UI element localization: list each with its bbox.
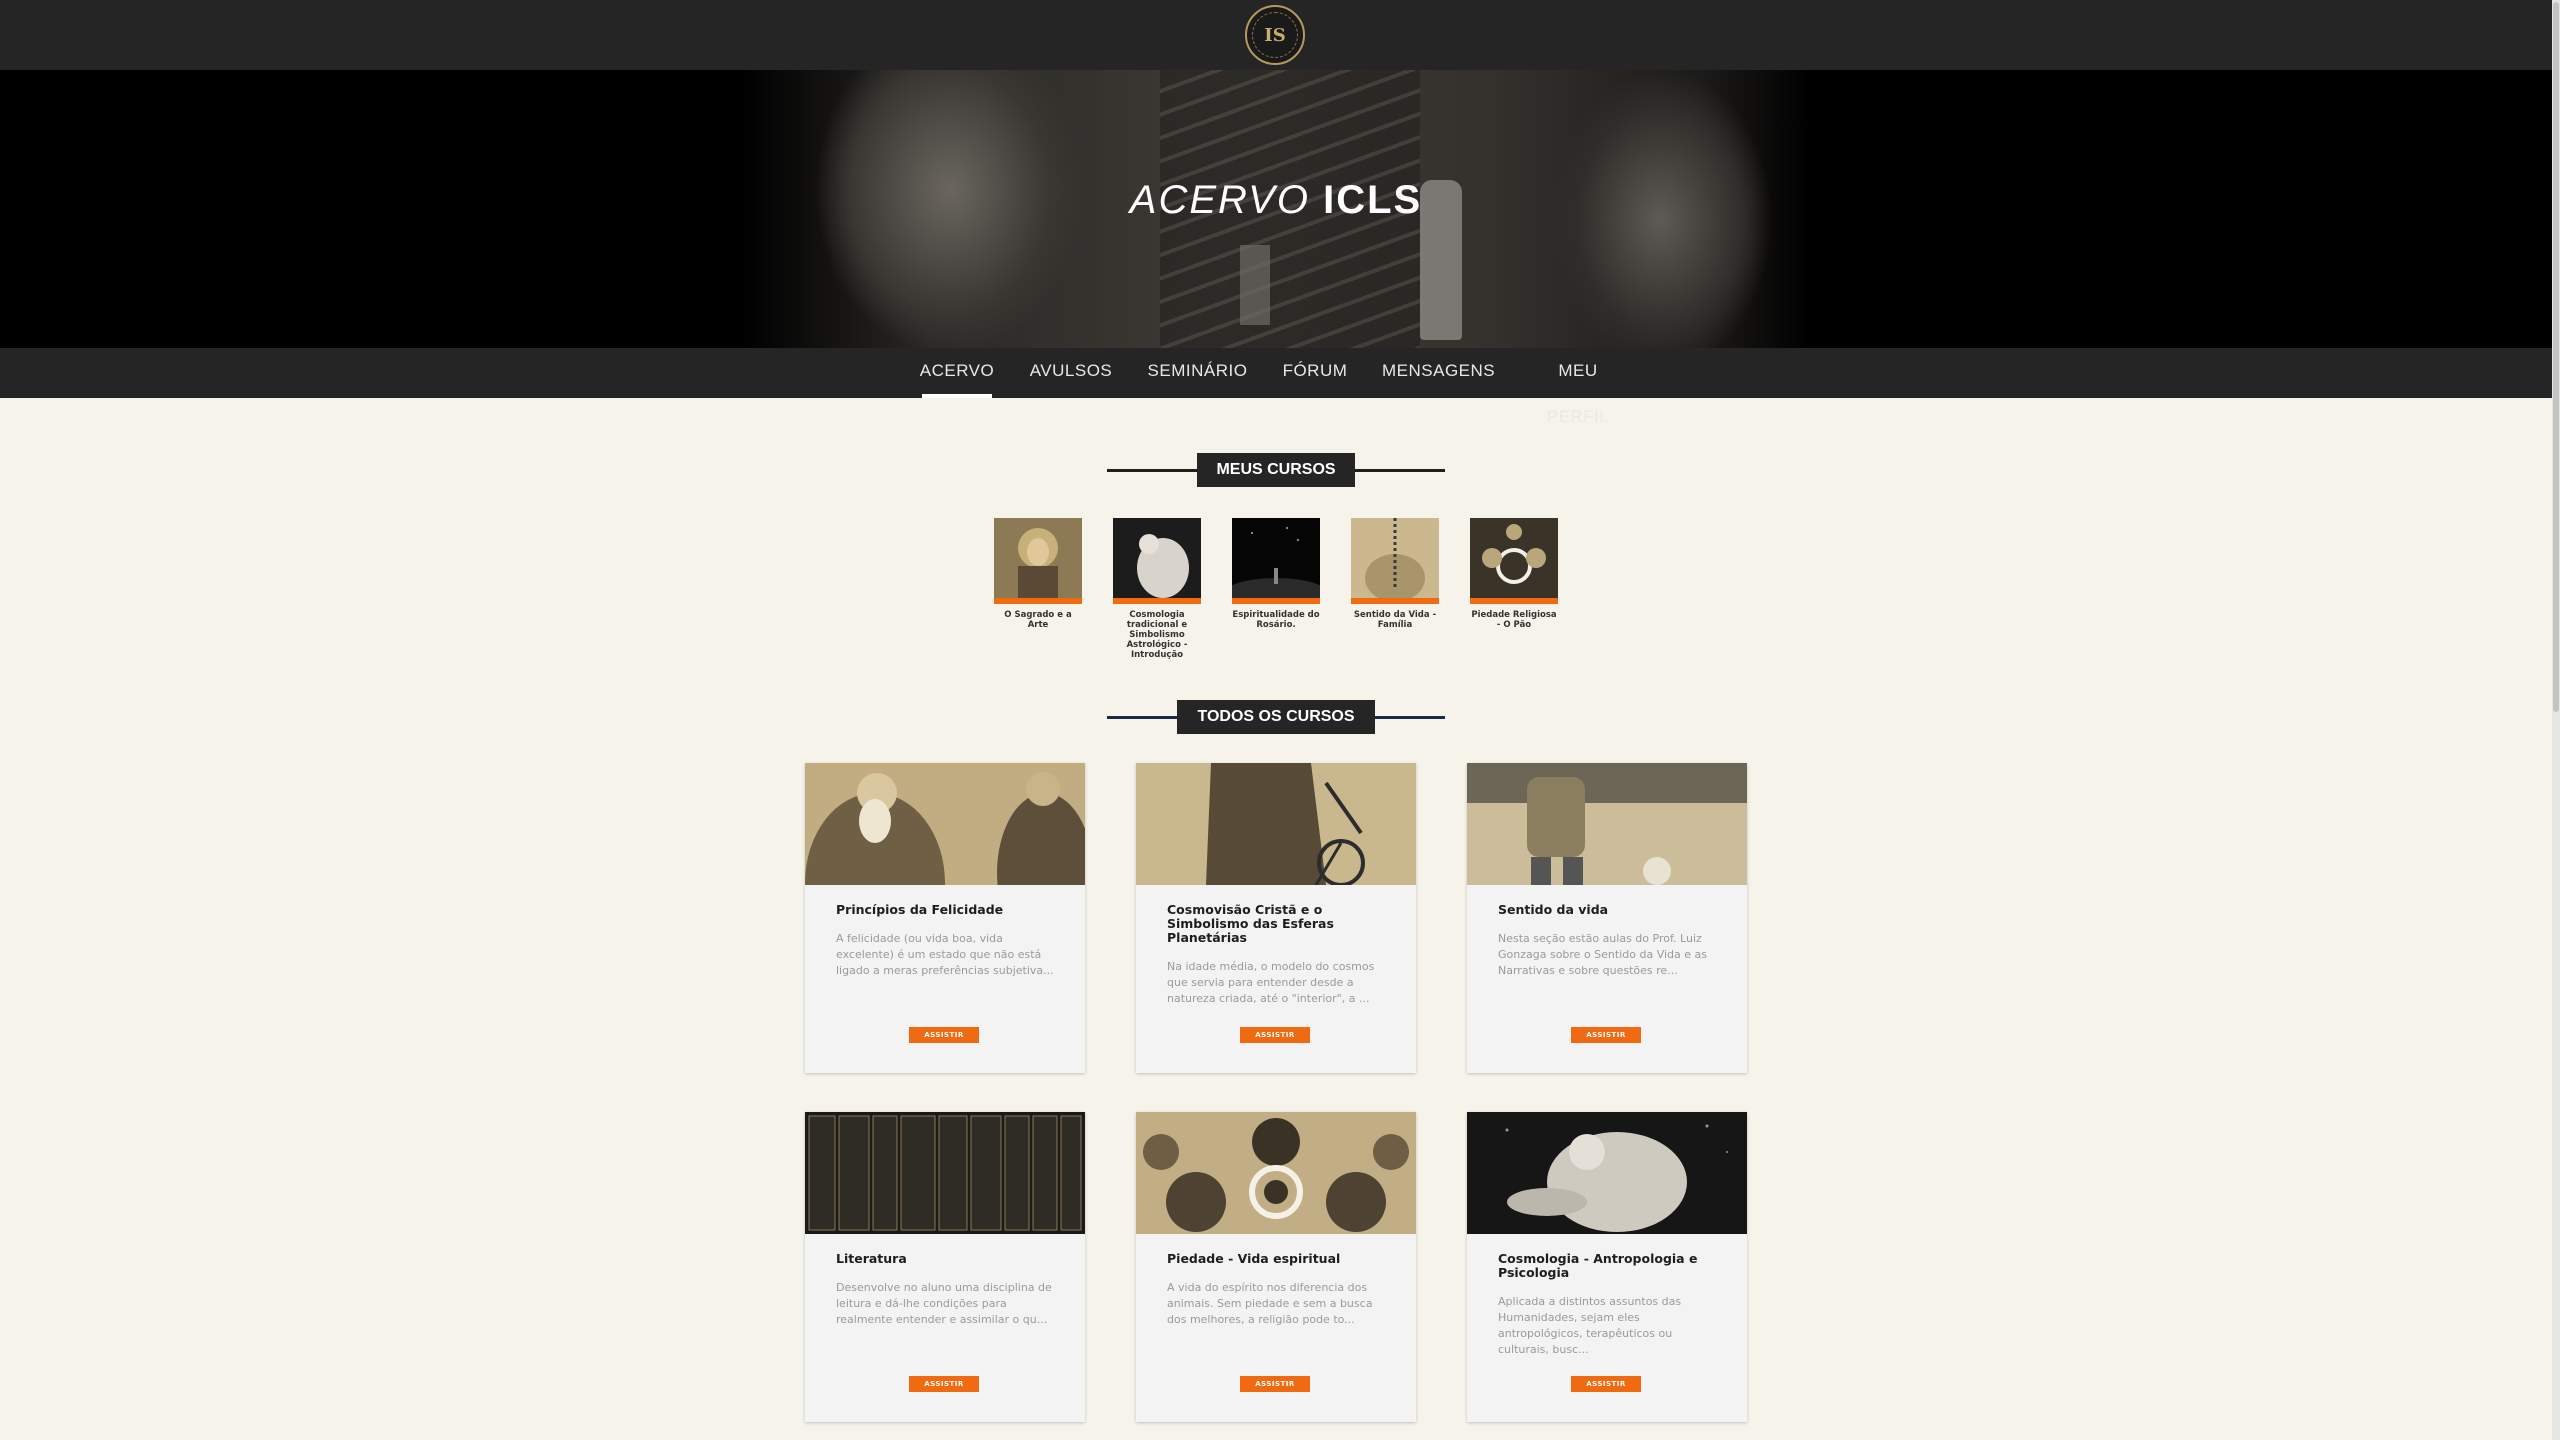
main-nav: ACERVO AVULSOS SEMINÁRIO FÓRUM MENSAGENS…: [0, 348, 2552, 426]
course-card[interactable]: Piedade - Vida espiritual A vida do espí…: [1136, 1112, 1416, 1422]
rosary-hands-image: [1351, 518, 1439, 604]
nav-item-forum[interactable]: FÓRUM: [1282, 348, 1348, 398]
page-scrollbar[interactable]: [2552, 0, 2560, 1440]
my-course-item[interactable]: Sentido da Vida - Família: [1351, 518, 1439, 630]
course-card-description: A vida do espírito nos diferencia dos an…: [1167, 1281, 1373, 1326]
philosophers-image: [805, 763, 1085, 885]
course-thumbnail[interactable]: [1470, 518, 1558, 604]
top-bar: IS: [0, 0, 2560, 70]
bookshelf-image: [805, 1112, 1085, 1234]
course-thumbnail[interactable]: [994, 518, 1082, 604]
course-card-image[interactable]: [805, 1112, 1085, 1234]
course-card[interactable]: Cosmovisão Cristã e o Simbolismo das Esf…: [1136, 763, 1416, 1073]
my-courses-heading: MEUS CURSOS: [1107, 453, 1445, 487]
course-card-description: Desenvolve no aluno uma disciplina de le…: [836, 1281, 1052, 1326]
course-card-image[interactable]: [1467, 1112, 1747, 1234]
sculpture-image: [1113, 518, 1201, 604]
my-course-caption[interactable]: O Sagrado e a Arte: [994, 610, 1082, 630]
course-card-title[interactable]: Literatura: [836, 1252, 1056, 1266]
page-title: ACERVO ICLS: [0, 178, 2552, 223]
nav-item-meu-perfil[interactable]: MEU PERFIL: [1526, 348, 1630, 426]
course-card-image[interactable]: [1136, 1112, 1416, 1234]
icon-painting-image: [1470, 518, 1558, 604]
astronomer-image: [1136, 763, 1416, 885]
course-card[interactable]: Sentido da vida Nesta seção estão aulas …: [1467, 763, 1747, 1073]
my-course-caption[interactable]: Sentido da Vida - Família: [1351, 610, 1439, 630]
my-course-caption[interactable]: Espiritualidade do Rosário.: [1232, 610, 1320, 630]
page-title-bold: ICLS: [1323, 178, 1423, 222]
watch-button[interactable]: ASSISTIR: [1571, 1376, 1641, 1392]
course-thumbnail[interactable]: [1351, 518, 1439, 604]
page-title-light: ACERVO: [1129, 178, 1310, 222]
course-card-image[interactable]: [805, 763, 1085, 885]
nav-item-mensagens[interactable]: MENSAGENS: [1382, 348, 1495, 398]
course-card-title[interactable]: Sentido da vida: [1498, 903, 1718, 917]
watch-button[interactable]: ASSISTIR: [909, 1376, 979, 1392]
hero-photo-glass: [1240, 245, 1270, 325]
watch-button[interactable]: ASSISTIR: [909, 1027, 979, 1043]
all-courses-heading-label: TODOS OS CURSOS: [1177, 700, 1375, 734]
site-logo[interactable]: IS: [1245, 5, 1305, 65]
my-courses-heading-label: MEUS CURSOS: [1197, 453, 1355, 487]
ascension-icon-image: [1136, 1112, 1416, 1234]
psyche-sculpture-image: [1467, 1112, 1747, 1234]
course-card-description: Nesta seção estão aulas do Prof. Luiz Go…: [1498, 932, 1707, 977]
course-card[interactable]: Princípios da Felicidade A felicidade (o…: [805, 763, 1085, 1073]
course-card-description: Aplicada a distintos assuntos das Humani…: [1498, 1295, 1682, 1356]
watch-button[interactable]: ASSISTIR: [1240, 1027, 1310, 1043]
mosaic-figure-image: [994, 518, 1082, 604]
my-course-item[interactable]: Cosmologia tradicional e Simbolismo Astr…: [1113, 518, 1201, 660]
course-card-description: A felicidade (ou vida boa, vida excelent…: [836, 932, 1054, 977]
course-thumbnail[interactable]: [1113, 518, 1201, 604]
nav-item-acervo[interactable]: ACERVO: [918, 348, 996, 398]
course-card[interactable]: Literatura Desenvolve no aluno uma disci…: [805, 1112, 1085, 1422]
course-card-title[interactable]: Cosmologia - Antropologia e Psicologia: [1498, 1252, 1718, 1280]
watch-button[interactable]: ASSISTIR: [1571, 1027, 1641, 1043]
course-thumbnail[interactable]: [1232, 518, 1320, 604]
my-course-item[interactable]: O Sagrado e a Arte: [994, 518, 1082, 630]
nav-item-seminario[interactable]: SEMINÁRIO: [1146, 348, 1249, 398]
course-card-title[interactable]: Cosmovisão Cristã e o Simbolismo das Esf…: [1167, 903, 1387, 945]
nav-item-avulsos[interactable]: AVULSOS: [1028, 348, 1114, 398]
logo-emblem: IS: [1252, 12, 1298, 58]
father-child-image: [1467, 763, 1747, 885]
watch-button[interactable]: ASSISTIR: [1240, 1376, 1310, 1392]
my-course-item[interactable]: Espiritualidade do Rosário.: [1232, 518, 1320, 630]
course-card-description: Na idade média, o modelo do cosmos que s…: [1167, 960, 1375, 1005]
course-card-title[interactable]: Princípios da Felicidade: [836, 903, 1056, 917]
my-course-caption[interactable]: Piedade Religiosa - O Pão: [1470, 610, 1558, 630]
my-course-item[interactable]: Piedade Religiosa - O Pão: [1470, 518, 1558, 630]
all-courses-heading: TODOS OS CURSOS: [1107, 700, 1445, 734]
night-sky-image: [1232, 518, 1320, 604]
course-card[interactable]: Cosmologia - Antropologia e Psicologia A…: [1467, 1112, 1747, 1422]
hero-banner: ACERVO ICLS: [0, 70, 2552, 348]
course-card-image[interactable]: [1467, 763, 1747, 885]
course-card-image[interactable]: [1136, 763, 1416, 885]
course-card-title[interactable]: Piedade - Vida espiritual: [1167, 1252, 1387, 1266]
scrollbar-thumb[interactable]: [2553, 2, 2559, 712]
my-course-caption[interactable]: Cosmologia tradicional e Simbolismo Astr…: [1113, 610, 1201, 660]
